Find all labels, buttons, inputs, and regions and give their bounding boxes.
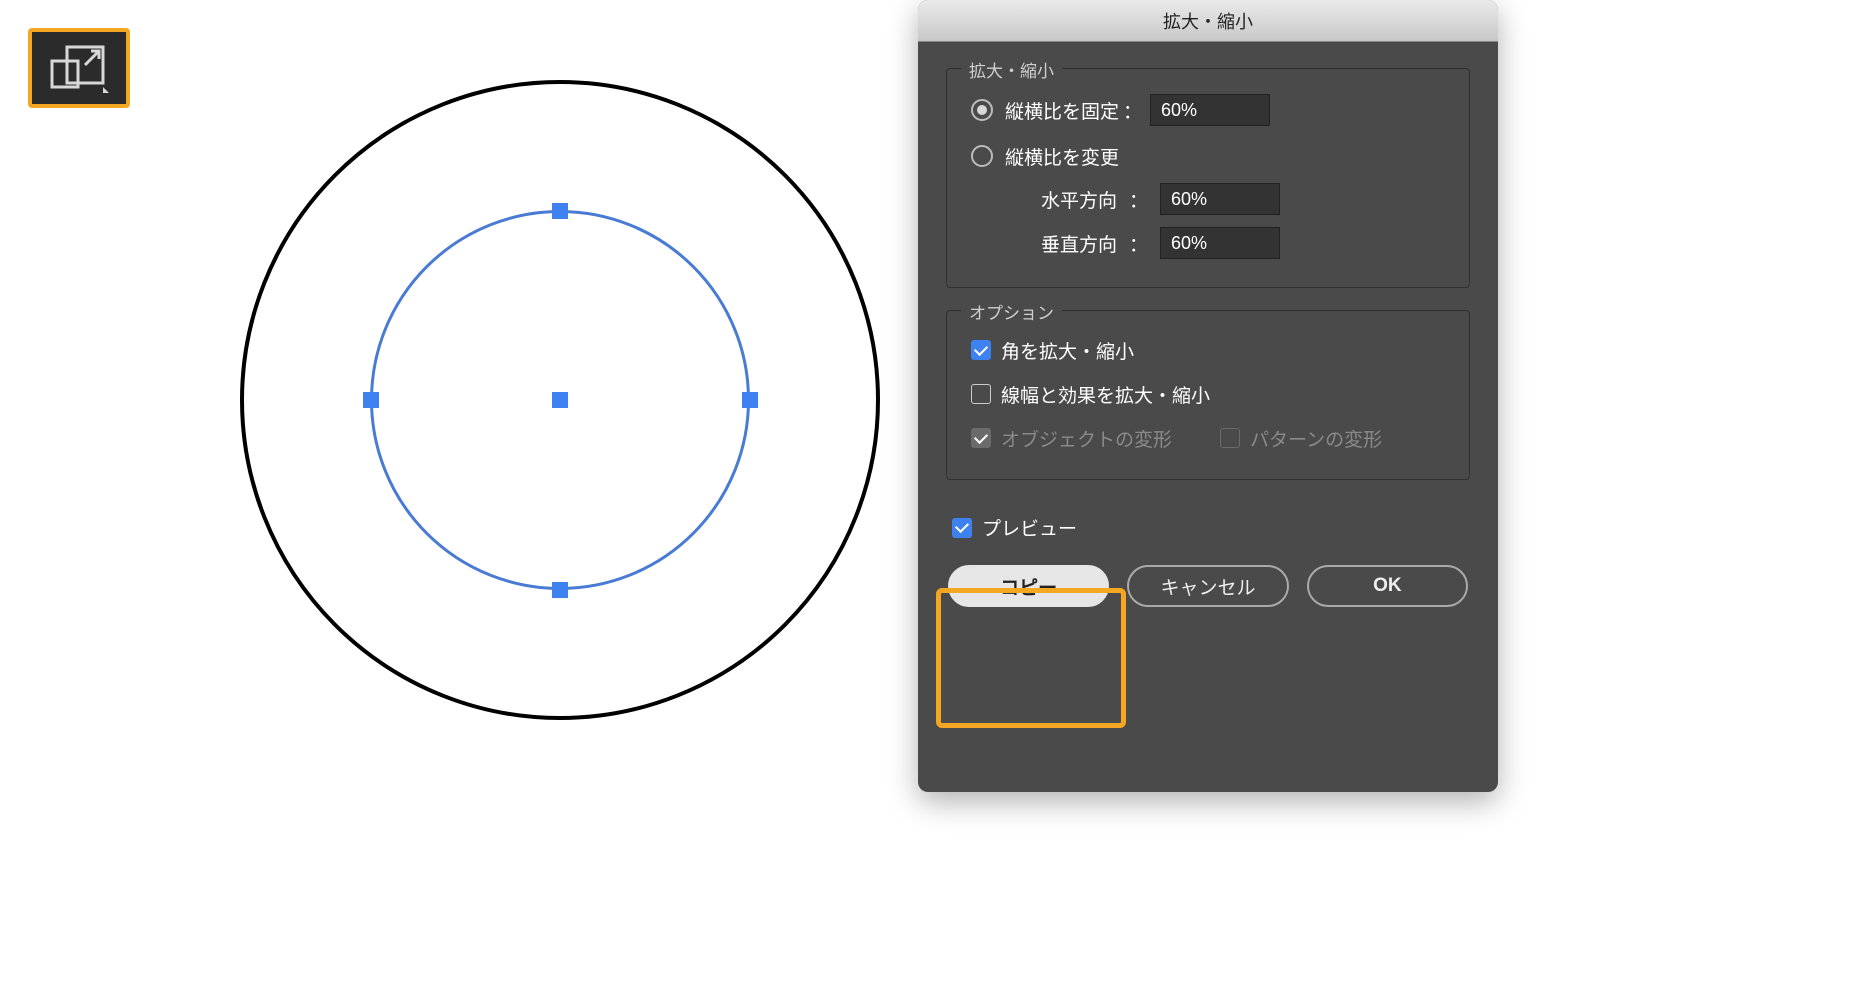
vertical-row: 垂直方向 ： 60%: [971, 221, 1445, 265]
transform-patterns-label: パターンの変形: [1250, 425, 1382, 452]
horizontal-row: 水平方向 ： 60%: [971, 177, 1445, 221]
horizontal-value-field[interactable]: 60%: [1160, 183, 1280, 215]
scale-section-label: 拡大・縮小: [961, 57, 1062, 82]
scale-strokes-row[interactable]: 線幅と効果を拡大・縮小: [971, 375, 1445, 413]
options-section: オプション 角を拡大・縮小 線幅と効果を拡大・縮小 オブジェクトの変形 パターン…: [946, 310, 1470, 480]
transform-objects-label: オブジェクトの変形: [1001, 425, 1172, 452]
preview-checkbox[interactable]: [952, 518, 972, 538]
uniform-label: 縦横比を固定: [1005, 97, 1119, 124]
nonuniform-radio[interactable]: [971, 145, 993, 167]
horizontal-label: 水平方向: [1019, 186, 1117, 213]
scale-dialog: 拡大・縮小 拡大・縮小 縦横比を固定 ： 60% 縦横比を変更 水平方向 ： 6…: [918, 0, 1498, 792]
scale-strokes-label: 線幅と効果を拡大・縮小: [1001, 381, 1210, 408]
dialog-title: 拡大・縮小: [918, 0, 1498, 42]
copy-button[interactable]: コピー: [948, 565, 1109, 607]
scale-corners-label: 角を拡大・縮小: [1001, 337, 1134, 364]
scale-corners-row[interactable]: 角を拡大・縮小: [971, 331, 1445, 369]
cancel-button[interactable]: キャンセル: [1127, 565, 1288, 607]
scale-strokes-checkbox[interactable]: [971, 384, 991, 404]
anchor-left[interactable]: [363, 392, 379, 408]
ok-button[interactable]: OK: [1307, 565, 1468, 607]
anchor-right[interactable]: [742, 392, 758, 408]
transform-patterns-row: パターンの変形: [1220, 425, 1382, 452]
scale-icon: [49, 43, 109, 93]
scale-tool-icon: [28, 28, 130, 108]
uniform-radio[interactable]: [971, 99, 993, 121]
transform-objects-row: オブジェクトの変形: [971, 425, 1172, 452]
scale-corners-checkbox[interactable]: [971, 340, 991, 360]
anchor-bottom[interactable]: [552, 582, 568, 598]
nonuniform-scale-row[interactable]: 縦横比を変更: [971, 135, 1445, 177]
uniform-scale-row[interactable]: 縦横比を固定 ： 60%: [971, 89, 1445, 131]
transform-patterns-checkbox: [1220, 428, 1240, 448]
preview-row[interactable]: プレビュー: [946, 502, 1470, 541]
anchor-center[interactable]: [552, 392, 568, 408]
nonuniform-label: 縦横比を変更: [1005, 143, 1119, 170]
highlight-annotation: [936, 588, 1126, 728]
preview-label: プレビュー: [982, 514, 1077, 541]
options-section-label: オプション: [961, 299, 1062, 324]
canvas-area: [240, 80, 880, 720]
vertical-label: 垂直方向: [1019, 230, 1117, 257]
transform-objects-checkbox: [971, 428, 991, 448]
vertical-value-field[interactable]: 60%: [1160, 227, 1280, 259]
scale-section: 拡大・縮小 縦横比を固定 ： 60% 縦横比を変更 水平方向 ： 60% 垂直方…: [946, 68, 1470, 288]
anchor-top[interactable]: [552, 203, 568, 219]
uniform-value-field[interactable]: 60%: [1150, 94, 1270, 126]
